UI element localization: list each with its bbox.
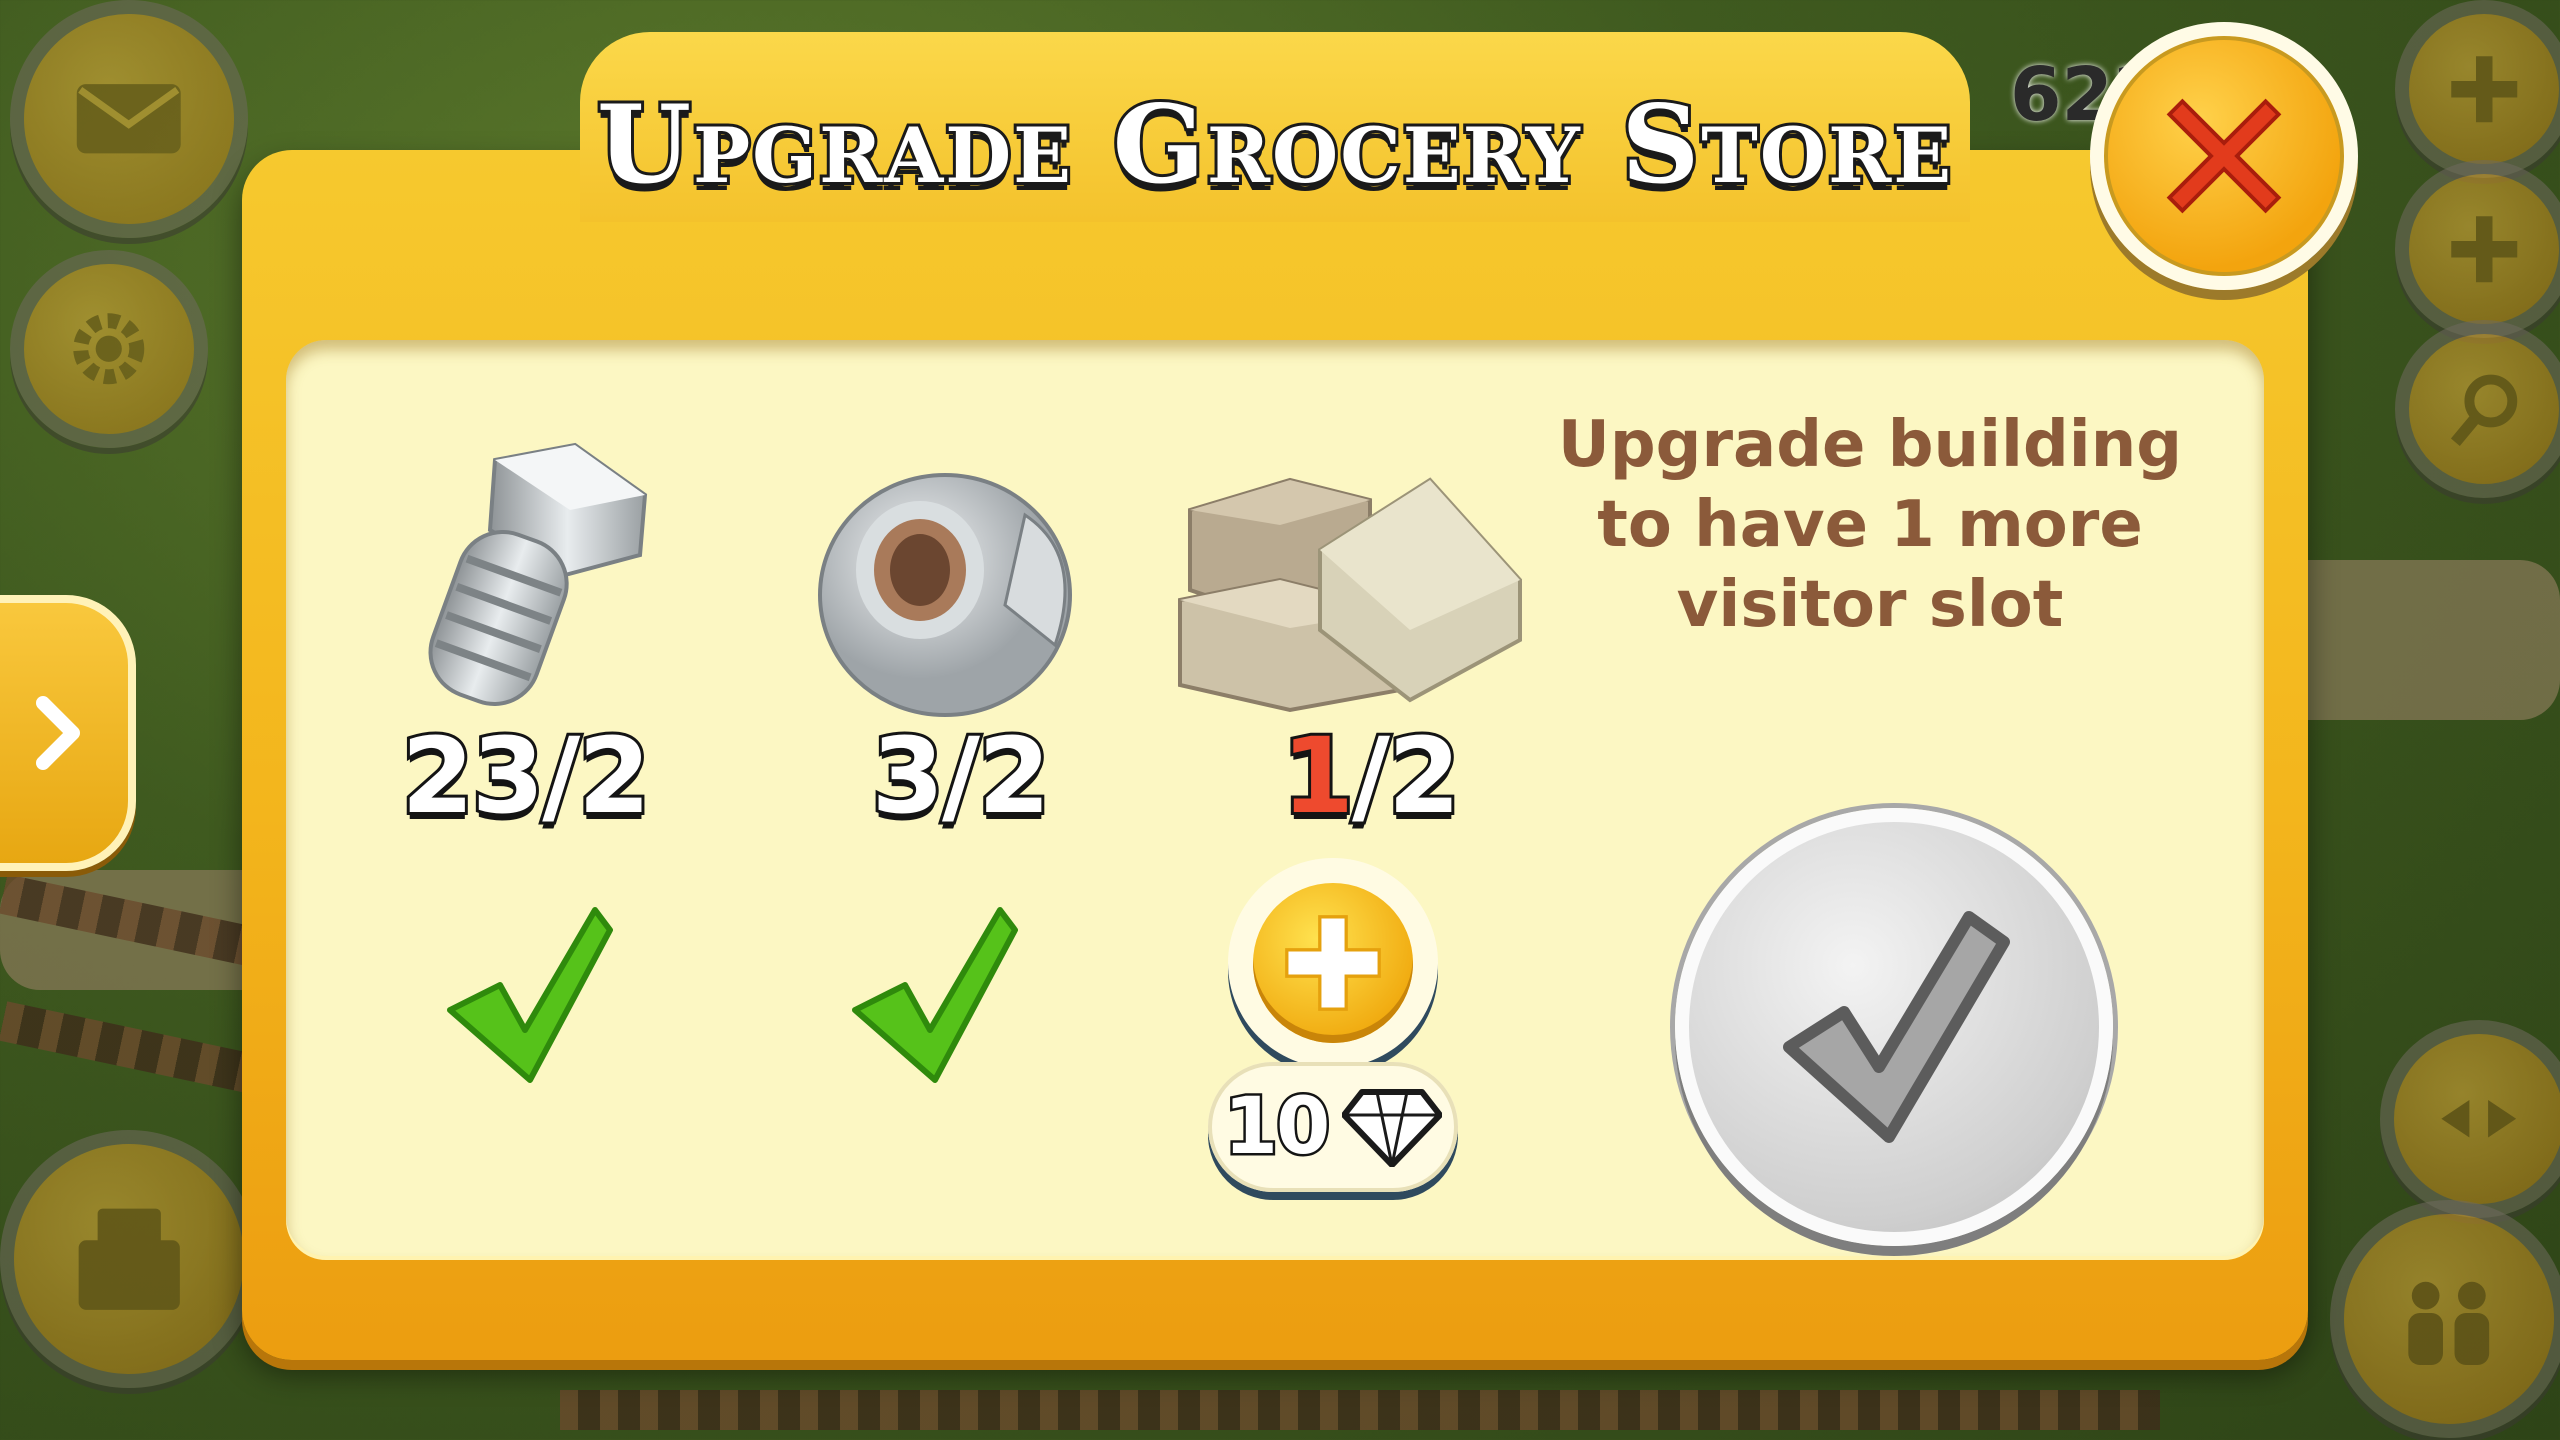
duct-tape-icon: [818, 473, 1072, 717]
plus-icon: [2451, 216, 2517, 282]
settings-button[interactable]: [10, 250, 208, 448]
close-button[interactable]: [2090, 22, 2358, 290]
stone-blocks-icon: [1178, 477, 1522, 713]
close-icon: [2166, 98, 2282, 214]
resource-count-stone-blocks: 1/2: [1279, 712, 1464, 840]
diamond-icon: [1342, 1089, 1443, 1167]
cost-badge: 10: [1208, 1062, 1458, 1192]
background-rail: [0, 1001, 282, 1099]
upgrade-description: Upgrade building to have 1 more visitor …: [1557, 408, 2183, 642]
buy-missing-button[interactable]: [1228, 858, 1438, 1068]
mail-button[interactable]: [10, 0, 248, 238]
magnifier-icon: [2450, 374, 2517, 446]
cash-register-icon: [78, 1208, 180, 1310]
cost-amount: 10: [1221, 1080, 1333, 1175]
buy-missing-button-face: [1253, 883, 1413, 1043]
expand-button[interactable]: [2380, 1020, 2560, 1218]
resource-count-bolt: 23/2: [398, 712, 653, 840]
check-icon: [852, 907, 1018, 1083]
checkmark-icon: [1783, 911, 2010, 1143]
people-icon: [2408, 1282, 2490, 1366]
confirm-upgrade-button[interactable]: [1675, 808, 2113, 1246]
chevron-right-icon: [36, 696, 80, 770]
add-gems-button[interactable]: [2395, 160, 2560, 338]
gear-icon: [73, 313, 145, 385]
dialog-title: Upgrade Grocery Store: [594, 79, 1954, 211]
plus-icon: [1285, 915, 1381, 1011]
add-coins-button[interactable]: [2395, 0, 2560, 178]
resource-count-duct-tape: 3/2: [869, 712, 1054, 840]
friends-button[interactable]: [2330, 1200, 2560, 1438]
arrows-icon: [2441, 1100, 2517, 1138]
mail-icon: [77, 84, 181, 154]
side-expand-tab[interactable]: [0, 595, 136, 871]
check-icon: [447, 907, 613, 1083]
bolt-icon: [428, 442, 648, 706]
search-button[interactable]: [2395, 320, 2560, 498]
shop-button[interactable]: [0, 1130, 258, 1388]
plus-icon: [2451, 56, 2517, 122]
background-rail: [560, 1390, 2160, 1430]
